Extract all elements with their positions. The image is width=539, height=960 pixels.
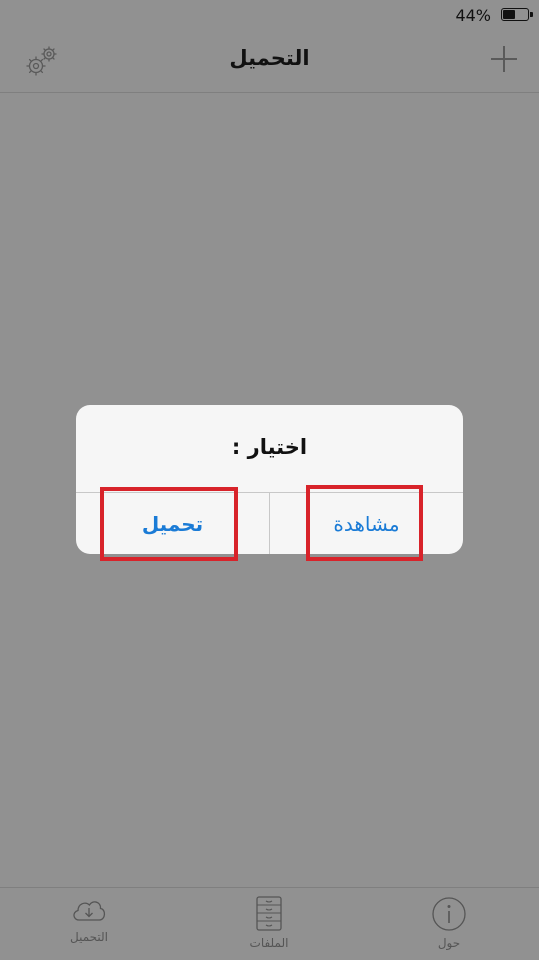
status-bar: 44%	[0, 0, 539, 32]
tab-files-label: الملفات	[249, 936, 289, 950]
file-cabinet-icon	[256, 896, 282, 931]
tab-about[interactable]: حول	[394, 896, 504, 950]
battery-icon	[501, 8, 533, 21]
tab-files[interactable]: الملفات	[214, 896, 324, 950]
navigation-bar: التحميل	[0, 32, 539, 93]
battery-percentage: 44%	[455, 6, 491, 25]
tab-bar: التحميل الملفات حول	[0, 887, 539, 960]
tab-download[interactable]: التحميل	[34, 896, 144, 944]
watch-highlight-box	[306, 485, 423, 561]
add-button[interactable]	[487, 42, 521, 76]
download-highlight-box	[100, 487, 238, 561]
tab-about-label: حول	[437, 936, 461, 950]
info-icon	[432, 897, 466, 931]
page-title: التحميل	[229, 46, 310, 70]
dialog-title: اختيار :	[231, 435, 308, 459]
tab-download-label: التحميل	[69, 930, 108, 944]
cloud-download-icon	[73, 901, 106, 921]
plus-icon	[491, 46, 517, 72]
